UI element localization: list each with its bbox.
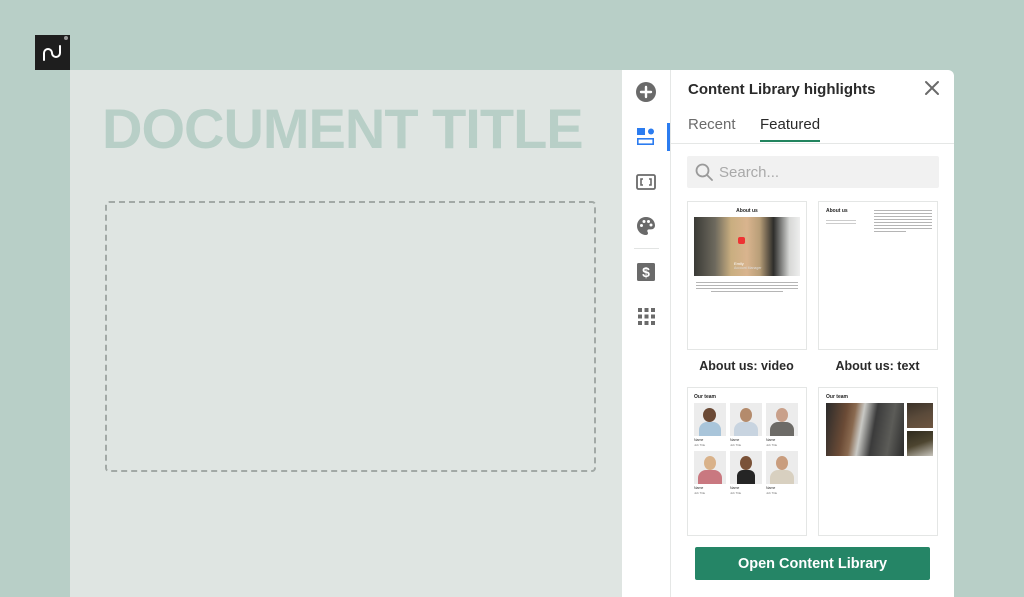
search-box bbox=[687, 156, 939, 188]
panel-title: Content Library highlights bbox=[688, 81, 876, 98]
pd-logo-icon bbox=[42, 44, 61, 61]
search-input[interactable] bbox=[719, 163, 929, 181]
member-role: Job Title bbox=[730, 443, 742, 447]
rail-item-content-library[interactable] bbox=[634, 125, 658, 149]
card-preview-title: Our team bbox=[694, 394, 716, 400]
card-preview-title: Our team bbox=[826, 394, 848, 400]
member-name: Name bbox=[730, 486, 740, 490]
team-photo bbox=[694, 451, 726, 484]
team-photo bbox=[766, 403, 798, 436]
document-title[interactable]: DOCUMENT TITLE bbox=[102, 96, 584, 161]
member-role: Job Title bbox=[694, 491, 706, 495]
rail-item-add[interactable] bbox=[634, 80, 658, 104]
video-thumbnail: Emily Account Manager bbox=[694, 217, 800, 276]
template-card-about-us-text[interactable]: About us bbox=[818, 201, 938, 350]
svg-text:$: $ bbox=[642, 264, 650, 280]
content-library-icon bbox=[637, 128, 654, 146]
open-content-library-button[interactable]: Open Content Library bbox=[695, 547, 930, 580]
pandadoc-logo bbox=[35, 35, 70, 70]
member-name: Name bbox=[730, 438, 740, 442]
close-button[interactable] bbox=[924, 80, 940, 96]
sidebar-rail: $ bbox=[622, 70, 671, 597]
rail-divider bbox=[634, 248, 659, 249]
member-role: Job Title bbox=[730, 491, 742, 495]
member-name: Name bbox=[766, 486, 776, 490]
content-drop-zone[interactable] bbox=[105, 201, 596, 472]
palette-icon bbox=[637, 217, 655, 235]
member-name: Name bbox=[766, 438, 776, 442]
grid-icon bbox=[637, 307, 655, 325]
close-icon bbox=[925, 81, 939, 95]
document-canvas: DOCUMENT TITLE bbox=[70, 70, 622, 597]
panel-tabs: Recent Featured bbox=[671, 112, 954, 144]
template-card-about-us-video[interactable]: About us Emily Account Manager bbox=[687, 201, 807, 350]
team-photo-small bbox=[907, 431, 933, 456]
member-name: Name bbox=[694, 486, 704, 490]
dollar-icon: $ bbox=[637, 263, 655, 281]
member-role: Job Title bbox=[694, 443, 706, 447]
team-photo bbox=[694, 403, 726, 436]
preview-subtext bbox=[826, 218, 856, 224]
registered-mark bbox=[64, 36, 68, 40]
card-label: About us: text bbox=[835, 359, 920, 373]
card-label: About us: video bbox=[699, 359, 794, 373]
preview-paragraph bbox=[874, 208, 932, 232]
team-group-photo bbox=[826, 403, 904, 456]
member-name: Name bbox=[694, 438, 704, 442]
team-photo-small bbox=[907, 403, 933, 428]
search-icon bbox=[695, 163, 713, 181]
video-caption-role: Account Manager bbox=[734, 266, 762, 270]
rail-item-pricing[interactable]: $ bbox=[634, 260, 658, 284]
team-photo bbox=[730, 403, 762, 436]
fields-icon bbox=[636, 174, 656, 190]
plus-circle-icon bbox=[636, 82, 656, 102]
tab-featured[interactable]: Featured bbox=[760, 116, 821, 142]
card-preview-title: About us bbox=[826, 208, 848, 214]
rail-item-fields[interactable] bbox=[634, 170, 658, 194]
team-photo bbox=[730, 451, 762, 484]
tab-recent[interactable]: Recent bbox=[688, 116, 736, 140]
panel-main: Content Library highlights Recent Featur… bbox=[671, 70, 954, 597]
rail-item-apps[interactable] bbox=[634, 304, 658, 328]
member-role: Job Title bbox=[766, 491, 778, 495]
team-photo bbox=[766, 451, 798, 484]
card-preview-title: About us bbox=[736, 208, 758, 214]
preview-paragraph bbox=[696, 280, 798, 292]
play-icon bbox=[738, 237, 745, 244]
rail-active-indicator bbox=[667, 123, 670, 151]
template-card-our-team[interactable]: Our team Name Name Name Job Title Job Ti… bbox=[687, 387, 807, 536]
template-card-our-team-photos[interactable]: Our team bbox=[818, 387, 938, 536]
content-library-panel: $ Content Library highlights Recent Feat… bbox=[622, 70, 954, 597]
rail-item-design[interactable] bbox=[634, 214, 658, 238]
member-role: Job Title bbox=[766, 443, 778, 447]
